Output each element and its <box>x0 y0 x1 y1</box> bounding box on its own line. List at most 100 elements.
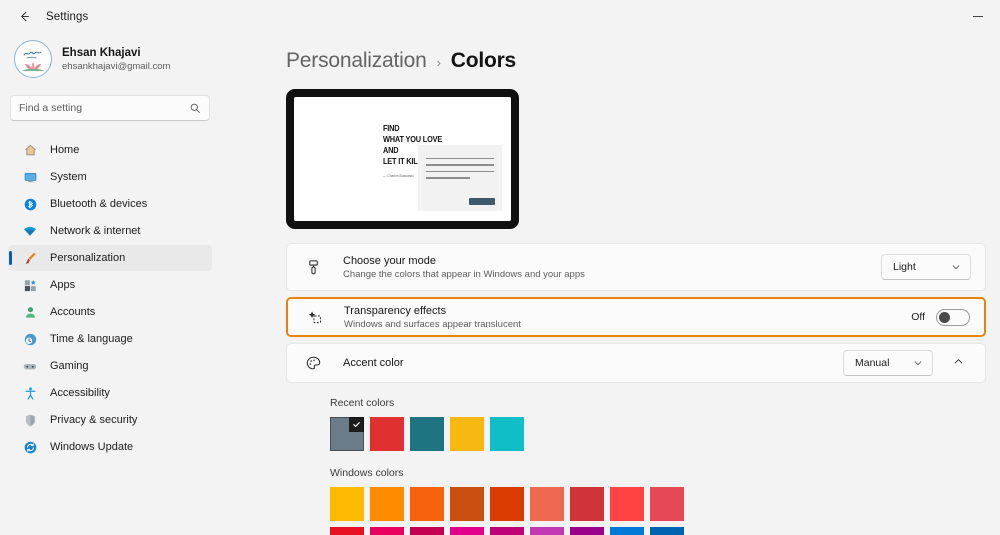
sidebar-item-accessibility[interactable]: Accessibility <box>8 380 212 406</box>
recent-colors-label: Recent colors <box>330 397 395 409</box>
accent-mode-dropdown[interactable]: Manual <box>843 350 933 376</box>
breadcrumb: Personalization › Colors <box>286 49 986 73</box>
sidebar-item-time-language[interactable]: Time & language <box>8 326 212 352</box>
account-tile[interactable]: Ehsan Khajavi ehsankhajavi@gmail.com <box>8 33 212 85</box>
setting-row-accent-color[interactable]: Accent color Manual <box>286 343 986 383</box>
account-name: Ehsan Khajavi <box>62 46 141 59</box>
transparency-icon <box>304 309 324 326</box>
recent-color-swatch[interactable] <box>330 417 364 451</box>
transparency-toggle[interactable] <box>936 308 970 326</box>
apps-icon <box>22 277 38 293</box>
sidebar-item-label: Apps <box>50 279 76 291</box>
toggle-state-label: Off <box>911 311 925 323</box>
recent-color-swatch[interactable] <box>370 417 404 451</box>
preview-line <box>426 177 470 179</box>
transparency-toggle-group[interactable]: Off <box>911 308 970 326</box>
windows-color-swatch[interactable] <box>330 487 364 521</box>
chevron-up-icon <box>953 354 964 372</box>
setting-row-choose-mode[interactable]: Choose your mode Change the colors that … <box>286 243 986 291</box>
chevron-down-icon <box>913 358 923 368</box>
person-icon <box>22 304 38 320</box>
preview-line <box>426 170 494 173</box>
sidebar-item-apps[interactable]: Apps <box>8 272 212 298</box>
accent-color-panel: Recent colors Windows colors <box>286 397 986 535</box>
sidebar-item-gaming[interactable]: Gaming <box>8 353 212 379</box>
wifi-icon <box>22 223 38 239</box>
preview-window <box>418 145 502 211</box>
windows-color-swatch[interactable] <box>450 527 484 535</box>
recent-colors-row <box>330 417 986 451</box>
accessibility-icon <box>22 385 38 401</box>
minimize-button[interactable] <box>955 0 1000 33</box>
setting-subtitle: Windows and surfaces appear translucent <box>344 318 521 330</box>
recent-color-swatch[interactable] <box>490 417 524 451</box>
windows-color-swatch[interactable] <box>530 527 564 535</box>
window-body: Ehsan Khajavi ehsankhajavi@gmail.com Fin… <box>0 33 1000 535</box>
check-icon <box>349 417 364 432</box>
windows-color-swatch[interactable] <box>570 527 604 535</box>
avatar <box>14 40 52 78</box>
setting-subtitle: Change the colors that appear in Windows… <box>343 268 585 280</box>
sidebar: Ehsan Khajavi ehsankhajavi@gmail.com Fin… <box>0 33 220 535</box>
windows-color-swatch[interactable] <box>490 527 524 535</box>
settings-window: Settings Ehsan Khajavi ehsankhajavi@gmai… <box>0 0 1000 535</box>
paintbrush-icon <box>22 250 38 266</box>
title-bar: Settings <box>0 0 1000 33</box>
windows-color-swatch[interactable] <box>450 487 484 521</box>
windows-colors-row <box>330 527 986 535</box>
palette-icon <box>303 355 323 372</box>
mode-dropdown-value: Light <box>893 261 916 273</box>
windows-color-swatch[interactable] <box>610 527 644 535</box>
sidebar-item-privacy-security[interactable]: Privacy & security <box>8 407 212 433</box>
setting-title: Accent color <box>343 357 404 369</box>
windows-color-swatch[interactable] <box>650 487 684 521</box>
chevron-down-icon <box>951 262 961 272</box>
sidebar-item-label: Accessibility <box>50 387 110 399</box>
windows-color-swatch[interactable] <box>410 487 444 521</box>
accent-expander-button[interactable] <box>945 350 971 376</box>
sidebar-item-system[interactable]: System <box>8 164 212 190</box>
theme-preview: FIND WHAT YOU LOVE AND LET IT KILL YOU. … <box>286 89 519 229</box>
accent-dropdown-value: Manual <box>855 357 890 369</box>
windows-color-swatch[interactable] <box>410 527 444 535</box>
recent-color-swatch[interactable] <box>410 417 444 451</box>
sidebar-item-home[interactable]: Home <box>8 137 212 163</box>
recent-color-swatch[interactable] <box>450 417 484 451</box>
toggle-knob <box>939 311 950 323</box>
search-input[interactable] <box>19 102 189 114</box>
preview-screen: FIND WHAT YOU LOVE AND LET IT KILL YOU. … <box>294 97 511 221</box>
update-icon <box>22 439 38 455</box>
bluetooth-icon <box>22 196 38 212</box>
sidebar-nav: Home System Bluetooth & devices Network … <box>8 137 212 460</box>
windows-color-swatch[interactable] <box>330 527 364 535</box>
wallpaper-line: WHAT YOU LOVE <box>383 135 443 144</box>
wallpaper-line: FIND <box>383 124 400 133</box>
avatar-lotus-icon <box>22 62 44 71</box>
preview-line <box>426 158 494 160</box>
sidebar-item-network[interactable]: Network & internet <box>8 218 212 244</box>
setting-title: Choose your mode <box>343 254 436 267</box>
sidebar-item-bluetooth[interactable]: Bluetooth & devices <box>8 191 212 217</box>
windows-color-swatch[interactable] <box>490 487 524 521</box>
sidebar-item-label: Bluetooth & devices <box>50 198 148 210</box>
windows-color-swatch[interactable] <box>530 487 564 521</box>
sidebar-item-windows-update[interactable]: Windows Update <box>8 434 212 460</box>
preview-line <box>426 164 494 166</box>
account-text: Ehsan Khajavi ehsankhajavi@gmail.com <box>62 47 170 72</box>
clock-globe-icon <box>22 331 38 347</box>
windows-color-swatch[interactable] <box>610 487 644 521</box>
back-button[interactable] <box>8 2 40 32</box>
setting-row-transparency-effects[interactable]: Transparency effects Windows and surface… <box>286 297 986 337</box>
breadcrumb-parent[interactable]: Personalization <box>286 49 427 73</box>
windows-colors-row <box>330 487 986 521</box>
avatar-script-icon <box>23 51 42 59</box>
windows-color-swatch[interactable] <box>370 487 404 521</box>
search-box[interactable] <box>10 95 210 121</box>
mode-dropdown[interactable]: Light <box>881 254 971 280</box>
windows-color-swatch[interactable] <box>570 487 604 521</box>
windows-color-swatch[interactable] <box>370 527 404 535</box>
windows-color-swatch[interactable] <box>650 527 684 535</box>
sidebar-item-personalization[interactable]: Personalization <box>8 245 212 271</box>
app-title: Settings <box>46 10 89 23</box>
sidebar-item-accounts[interactable]: Accounts <box>8 299 212 325</box>
